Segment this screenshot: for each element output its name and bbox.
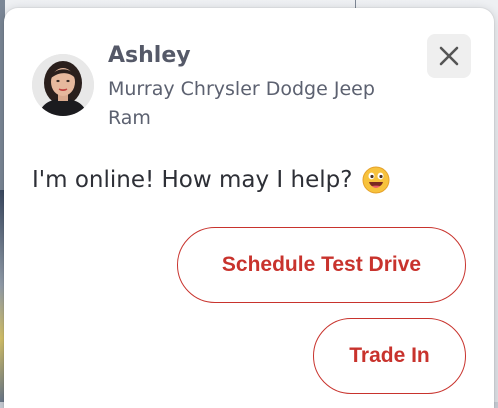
chat-message: I'm online! How may I help?	[32, 163, 390, 197]
close-icon	[438, 45, 460, 67]
dealership-name: Murray Chrysler Dodge Jeep Ram	[108, 75, 398, 133]
message-text: I'm online! How may I help?	[32, 163, 352, 197]
grinning-face-emoji-icon	[362, 166, 390, 194]
agent-avatar	[32, 54, 94, 116]
trade-in-button[interactable]: Trade In	[313, 318, 466, 394]
close-button[interactable]	[427, 34, 471, 78]
chat-widget-card: Ashley Murray Chrysler Dodge Jeep Ram I'…	[4, 8, 494, 408]
schedule-test-drive-button[interactable]: Schedule Test Drive	[177, 227, 466, 303]
agent-portrait-icon	[32, 54, 94, 116]
agent-name: Ashley	[108, 42, 191, 70]
